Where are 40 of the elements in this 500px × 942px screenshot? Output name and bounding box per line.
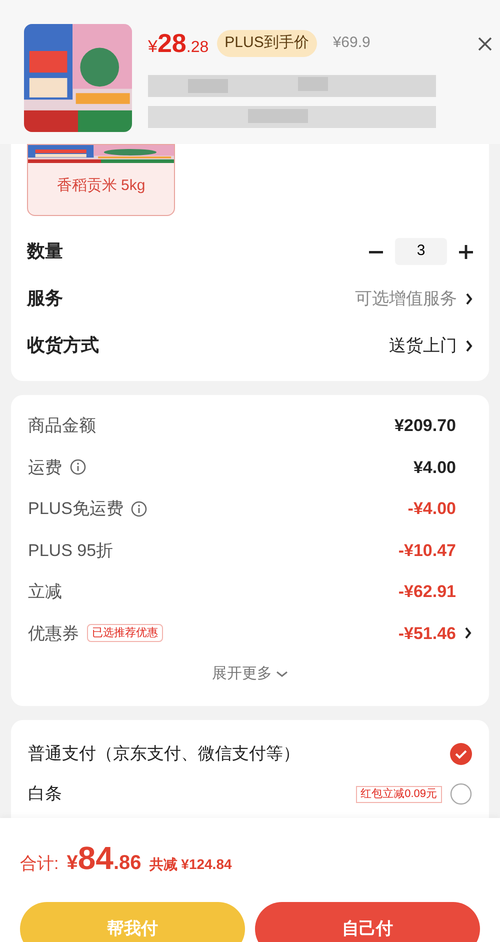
price: ¥28.28: [148, 27, 209, 60]
info-icon[interactable]: [70, 459, 86, 476]
chevron-right-icon: [465, 292, 473, 304]
total-label: 合计:: [20, 853, 59, 875]
chevron-down-icon: [276, 670, 288, 678]
cost-label: PLUS免运费: [28, 498, 124, 520]
option-label: 数量: [27, 240, 64, 263]
radio-checked-icon[interactable]: [450, 743, 472, 765]
discount-tag: 红包立减0.09元: [356, 786, 442, 802]
cost-value: -¥10.47: [398, 540, 456, 562]
option-label: 服务: [27, 287, 64, 310]
plus-icon[interactable]: [459, 244, 473, 258]
cost-label: 运费: [28, 456, 62, 478]
option-value[interactable]: 可选增值服务: [355, 286, 457, 312]
cost-value: -¥62.91: [398, 581, 456, 603]
total-price: ¥84.86: [66, 839, 142, 878]
payment-option[interactable]: 普通支付（京东支付、微信支付等）: [28, 741, 450, 767]
cost-value: -¥51.46: [398, 622, 456, 644]
radio-icon[interactable]: [450, 783, 472, 805]
cost-label: 优惠券: [28, 622, 79, 644]
quantity-field[interactable]: 3: [395, 238, 447, 265]
total-saved: 共减 ¥124.84: [149, 855, 232, 874]
close-icon[interactable]: [478, 37, 492, 51]
info-icon[interactable]: [131, 500, 148, 517]
cost-label: 立减: [28, 581, 62, 603]
pay-myself-button[interactable]: 自己付: [255, 902, 480, 942]
cost-label: 商品金额: [28, 415, 96, 437]
variant-chip[interactable]: 香稻贡米 5kg: [27, 144, 175, 216]
expand-more-button[interactable]: 展开更多: [212, 662, 288, 686]
cost-value: ¥209.70: [394, 415, 456, 437]
payment-option[interactable]: 白条: [28, 781, 356, 807]
cost-label: PLUS 95折: [28, 540, 114, 562]
option-label: 收货方式: [27, 334, 100, 357]
cost-value: -¥4.00: [408, 498, 456, 520]
option-value[interactable]: 送货上门: [389, 332, 457, 358]
plus-price-badge: PLUS到手价: [216, 30, 317, 57]
chevron-right-icon: [465, 340, 473, 352]
cost-value: ¥4.00: [413, 456, 456, 478]
original-price: ¥69.9: [332, 33, 370, 54]
recommended-tag: 已选推荐优惠: [87, 624, 163, 642]
